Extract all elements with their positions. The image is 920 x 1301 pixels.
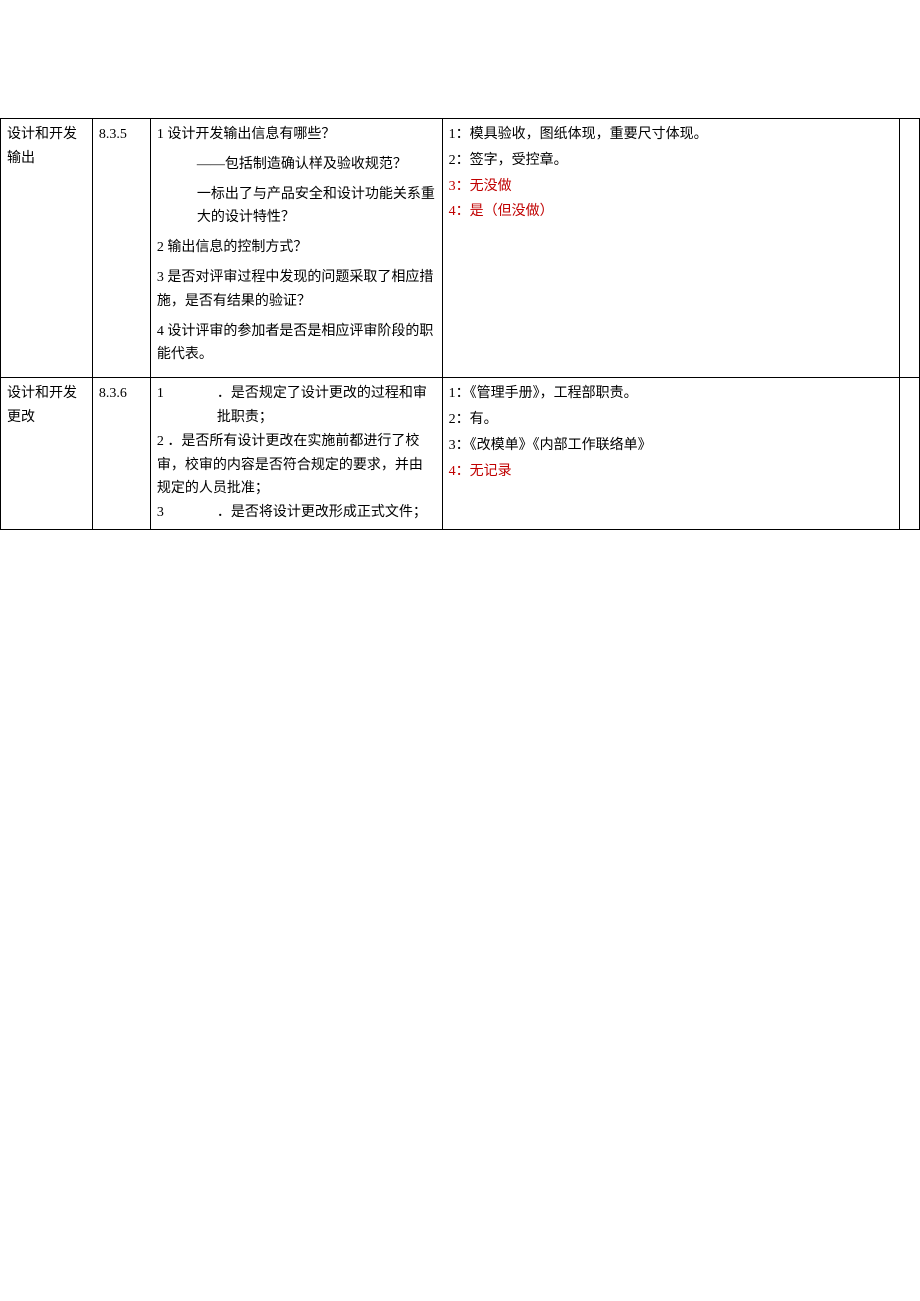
answer-text: 1：《管理手册》，工程部职责。: [449, 386, 638, 401]
question-text: 2 ．是否所有设计更改在实施前都进行了校审，校审的内容是否符合规定的要求，并由规…: [157, 434, 423, 497]
cell-questions: 1 设计开发输出信息有哪些？ ——包括制造确认样及验收规范？ 一标出了与产品安全…: [150, 119, 442, 378]
cell-empty: [899, 119, 919, 378]
row-code-text: 8.3.5: [99, 127, 127, 142]
cell-answers: 1：《管理手册》，工程部职责。 2：有。 3：《改模单》《内部工作联络单》 4：…: [442, 378, 899, 530]
cell-title: 设计和开发输出: [1, 119, 93, 378]
question-sub-text: ——包括制造确认样及验收规范？: [157, 153, 436, 177]
answer-text: 1：模具验收，图纸体现，重要尺寸体现。: [449, 127, 708, 142]
answer-line: 2：签字，受控章。: [449, 149, 893, 173]
question-text: 2 输出信息的控制方式？: [157, 240, 308, 255]
question-text: 4 设计评审的参加者是否是相应评审阶段的职能代表。: [157, 324, 434, 363]
question-sub: ——包括制造确认样及验收规范？: [157, 153, 436, 177]
cell-answers: 1：模具验收，图纸体现，重要尺寸体现。 2：签字，受控章。 3：无没做 4：是（…: [442, 119, 899, 378]
question-text: ．是否将设计更改形成正式文件；: [217, 501, 436, 525]
question-text: 3 是否对评审过程中发现的问题采取了相应措施，是否有结果的验证？: [157, 270, 434, 309]
question-item: 1 ．是否规定了设计更改的过程和审批职责；: [157, 382, 436, 430]
row-title-text: 设计和开发更改: [7, 386, 77, 425]
question-item: 1 设计开发输出信息有哪些？: [157, 123, 436, 147]
table-row: 设计和开发更改 8.3.6 1 ．是否规定了设计更改的过程和审批职责； 2 ．是…: [1, 378, 920, 530]
answer-text: 3：《改模单》《内部工作联络单》: [449, 438, 652, 453]
cell-title: 设计和开发更改: [1, 378, 93, 530]
question-number: 3: [157, 501, 217, 525]
question-sub-text: 一标出了与产品安全和设计功能关系重大的设计特性？: [157, 183, 436, 231]
question-item: 3 ．是否将设计更改形成正式文件；: [157, 501, 436, 525]
cell-code: 8.3.5: [92, 119, 150, 378]
answer-line: 2：有。: [449, 408, 893, 432]
answer-text: 3：无没做: [449, 179, 512, 194]
cell-code: 8.3.6: [92, 378, 150, 530]
answer-text: 4：是（但没做）: [449, 204, 554, 219]
answer-text: 2：签字，受控章。: [449, 153, 568, 168]
answer-line: 3：《改模单》《内部工作联络单》: [449, 434, 893, 458]
row-code-text: 8.3.6: [99, 386, 127, 401]
question-sub: 一标出了与产品安全和设计功能关系重大的设计特性？: [157, 183, 436, 231]
question-text: ．是否规定了设计更改的过程和审批职责；: [217, 382, 436, 430]
answer-line-negative: 4：是（但没做）: [449, 200, 893, 224]
table-row: 设计和开发输出 8.3.5 1 设计开发输出信息有哪些？ ——包括制造确认样及验…: [1, 119, 920, 378]
question-text: 1 设计开发输出信息有哪些？: [157, 127, 336, 142]
question-item: 4 设计评审的参加者是否是相应评审阶段的职能代表。: [157, 320, 436, 368]
answer-line-negative: 4：无记录: [449, 460, 893, 484]
question-item: 3 是否对评审过程中发现的问题采取了相应措施，是否有结果的验证？: [157, 266, 436, 314]
question-item: 2 输出信息的控制方式？: [157, 236, 436, 260]
document-table: 设计和开发输出 8.3.5 1 设计开发输出信息有哪些？ ——包括制造确认样及验…: [0, 118, 920, 530]
question-item: 2 ．是否所有设计更改在实施前都进行了校审，校审的内容是否符合规定的要求，并由规…: [157, 430, 436, 501]
answer-line: 1：《管理手册》，工程部职责。: [449, 382, 893, 406]
answer-text: 4：无记录: [449, 464, 512, 479]
question-number: 1: [157, 382, 217, 430]
cell-empty: [899, 378, 919, 530]
answer-line-negative: 3：无没做: [449, 175, 893, 199]
answer-text: 2：有。: [449, 412, 498, 427]
answer-line: 1：模具验收，图纸体现，重要尺寸体现。: [449, 123, 893, 147]
row-title-text: 设计和开发输出: [7, 127, 77, 166]
cell-questions: 1 ．是否规定了设计更改的过程和审批职责； 2 ．是否所有设计更改在实施前都进行…: [150, 378, 442, 530]
